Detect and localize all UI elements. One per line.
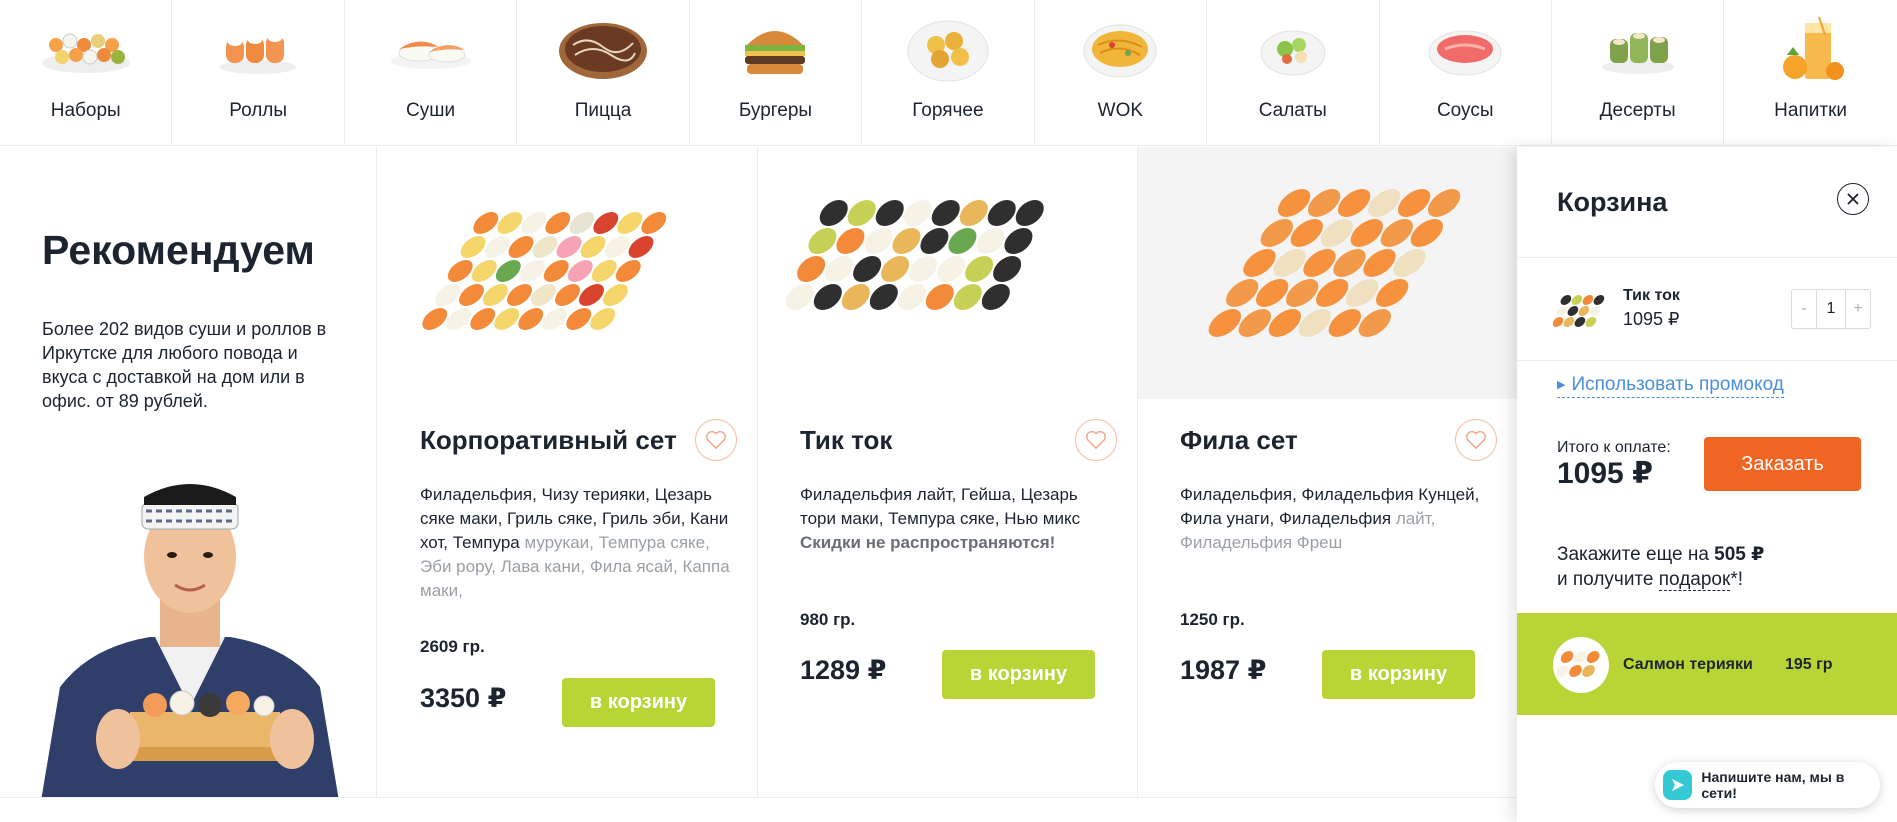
product-weight: 2609 гр. [420, 637, 485, 656]
gift-line-prefix: Закажите еще на [1557, 544, 1715, 565]
discount-warning: Скидки не распространяются! [800, 533, 1056, 552]
category-label: Соусы [1436, 100, 1494, 121]
product-card: Тик ток Филадельфия лайт, Гейша, Цезарь … [758, 147, 1138, 797]
total-label: Итого к оплате: [1557, 439, 1671, 456]
product-description: Филадельфия лайт, Гейша, Цезарь тори мак… [800, 483, 1110, 555]
category-label: Напитки [1774, 100, 1847, 121]
hot-dish-icon [893, 14, 1003, 86]
product-title[interactable]: Корпоративный сет [420, 425, 677, 456]
product-description: Филадельфия, Чизу терияки, Цезарь сяке м… [420, 483, 730, 603]
product-card: Фила сет Филадельфия, Филадельфия Кунцей… [1138, 147, 1518, 797]
promo-code-link[interactable]: ▶ Использовать промокод [1557, 373, 1784, 399]
close-icon[interactable] [1837, 183, 1869, 215]
gift-link[interactable]: подарок [1658, 569, 1731, 591]
gift-hint: Закажите еще на 505 ₽ и получите подарок… [1557, 542, 1764, 592]
category-drinks[interactable]: Напитки [1724, 0, 1896, 146]
gift-line2-prefix: и получите [1557, 569, 1659, 590]
recommend-section: Рекомендуем Более 202 видов суши и ролло… [0, 147, 377, 797]
product-description-main: Филадельфия лайт, Гейша, Цезарь тори мак… [800, 485, 1081, 528]
pizza-icon [548, 14, 658, 86]
quantity-value[interactable]: 1 [1816, 290, 1846, 328]
add-to-cart-button[interactable]: в корзину [942, 650, 1095, 699]
cart-item: Тик ток 1095 ₽ - 1 + [1517, 258, 1897, 361]
category-nav: Наборы Роллы Суши Пицца Бургеры Горячее … [0, 0, 1897, 146]
chat-widget[interactable]: Напишите нам, мы в сети! [1655, 762, 1880, 808]
gift-item-name: Салмон терияки [1623, 656, 1753, 673]
order-button[interactable]: Заказать [1704, 437, 1861, 491]
category-label: Наборы [50, 100, 121, 121]
favorite-heart-icon[interactable] [695, 419, 737, 461]
product-card: Корпоративный сет Филадельфия, Чизу тери… [378, 147, 758, 797]
dessert-icon [1583, 14, 1693, 86]
cart-title: Корзина [1557, 187, 1668, 217]
sushi-set-icon [31, 14, 141, 86]
category-label: Горячее [912, 100, 984, 121]
wok-icon [1065, 14, 1175, 86]
gift-item-image [1553, 637, 1609, 693]
section-title: Рекомендуем [42, 227, 315, 273]
quantity-stepper: - 1 + [1791, 289, 1871, 329]
category-label: Роллы [229, 100, 288, 121]
chat-bubble-icon [1663, 770, 1693, 800]
category-wok[interactable]: WOK [1035, 0, 1208, 146]
category-hot[interactable]: Горячее [862, 0, 1035, 146]
category-sushi[interactable]: Суши [345, 0, 518, 146]
add-to-cart-button[interactable]: в корзину [1322, 650, 1475, 699]
category-label: Пицца [574, 100, 632, 121]
grid-divider [0, 797, 1517, 798]
product-image[interactable] [758, 147, 1137, 399]
category-label: WOK [1097, 100, 1144, 121]
decrease-button[interactable]: - [1792, 290, 1816, 328]
promo-code-label: Использовать промокод [1571, 374, 1784, 396]
category-desserts[interactable]: Десерты [1552, 0, 1725, 146]
product-price: 3350 ₽ [420, 683, 507, 713]
category-label: Десерты [1599, 100, 1676, 121]
increase-button[interactable]: + [1846, 290, 1870, 328]
product-price: 1289 ₽ [800, 655, 887, 685]
total-value: 1095 ₽ [1557, 457, 1653, 490]
favorite-heart-icon[interactable] [1075, 419, 1117, 461]
category-label: Бургеры [738, 100, 813, 121]
salad-icon [1238, 14, 1348, 86]
category-sets[interactable]: Наборы [0, 0, 173, 146]
category-burgers[interactable]: Бургеры [690, 0, 863, 146]
section-description: Более 202 видов суши и роллов в Иркутске… [42, 319, 327, 411]
cart-drawer: Корзина Тик ток 1095 ₽ - 1 + ▶ Использов… [1517, 147, 1897, 822]
burger-icon [720, 14, 830, 86]
product-title[interactable]: Тик ток [800, 425, 892, 456]
add-to-cart-button[interactable]: в корзину [562, 678, 715, 727]
category-label: Салаты [1258, 100, 1327, 121]
cart-item-image [1552, 286, 1609, 332]
sushi-icon [376, 14, 486, 86]
triangle-right-icon: ▶ [1557, 379, 1566, 391]
sauce-icon [1410, 14, 1520, 86]
chat-label: Напишите нам, мы в сети! [1701, 769, 1845, 801]
page: Наборы Роллы Суши Пицца Бургеры Горячее … [0, 0, 1897, 822]
chef-illustration [20, 477, 360, 797]
gift-line2-suffix: *! [1730, 569, 1743, 590]
product-image[interactable] [1138, 147, 1517, 399]
category-salads[interactable]: Салаты [1207, 0, 1380, 146]
cart-item-price: 1095 ₽ [1623, 309, 1680, 329]
drink-icon [1756, 14, 1866, 86]
cart-header: Корзина [1517, 147, 1897, 258]
product-description: Филадельфия, Филадельфия Кунцей, Фила ун… [1180, 483, 1490, 555]
gift-item[interactable]: Салмон терияки 195 гр [1517, 613, 1897, 715]
category-label: Суши [406, 100, 456, 121]
cart-item-name: Тик ток [1623, 287, 1680, 304]
product-price: 1987 ₽ [1180, 655, 1267, 685]
category-rolls[interactable]: Роллы [172, 0, 345, 146]
gift-amount: 505 ₽ [1714, 544, 1765, 565]
product-image[interactable] [378, 147, 757, 399]
gift-item-weight: 195 гр [1785, 656, 1833, 673]
product-title[interactable]: Фила сет [1180, 425, 1298, 456]
product-weight: 980 гр. [800, 610, 856, 629]
rolls-icon [203, 14, 313, 86]
product-weight: 1250 гр. [1180, 610, 1245, 629]
category-sauces[interactable]: Соусы [1380, 0, 1552, 146]
category-pizza[interactable]: Пицца [517, 0, 690, 146]
favorite-heart-icon[interactable] [1455, 419, 1497, 461]
